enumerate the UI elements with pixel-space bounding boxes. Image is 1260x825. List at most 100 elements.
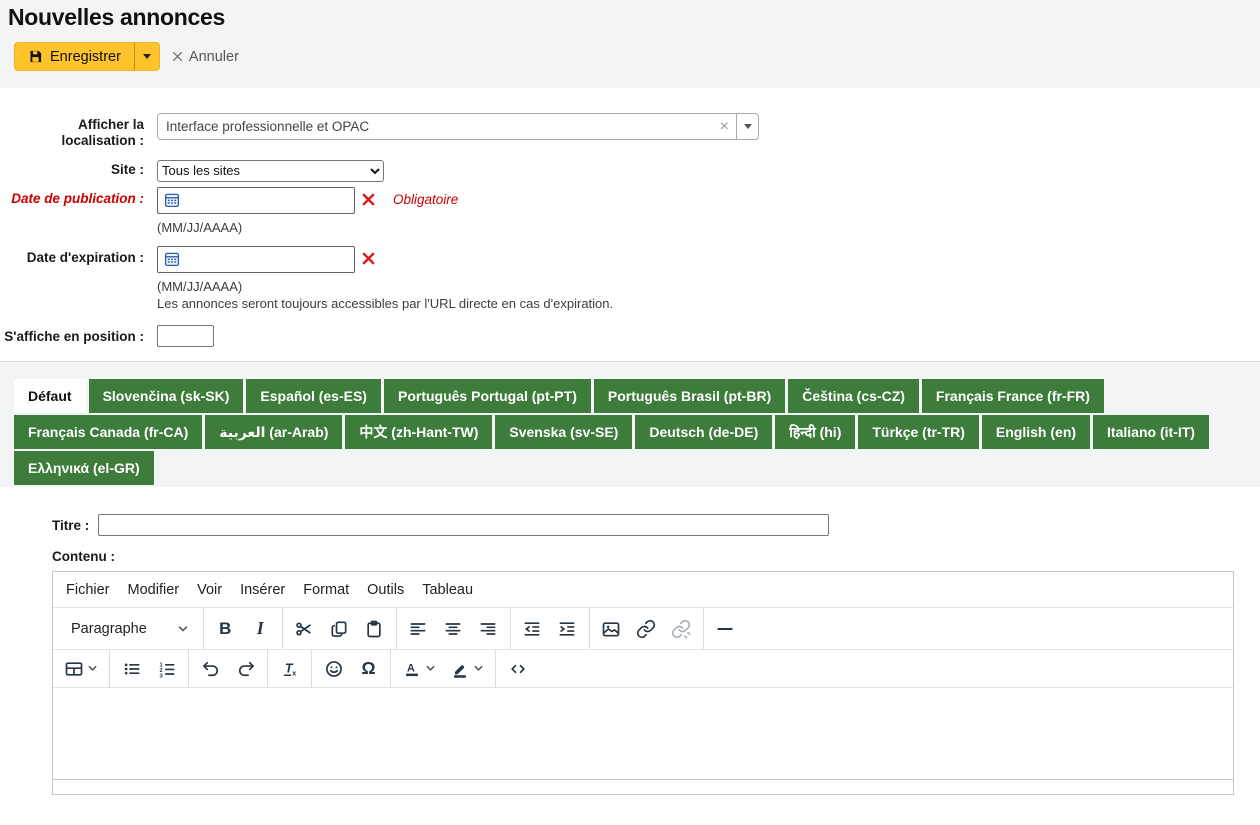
horizontal-rule-icon[interactable] xyxy=(709,612,742,645)
menu-outils[interactable]: Outils xyxy=(358,577,413,603)
italic-icon[interactable]: I xyxy=(244,612,277,645)
calendar-icon[interactable] xyxy=(163,191,181,209)
svg-text:x: x xyxy=(292,668,297,677)
align-right-icon[interactable] xyxy=(472,612,505,645)
publication-date-label: Date de publication : xyxy=(0,187,157,207)
tab-sk-SK[interactable]: Slovenčina (sk-SK) xyxy=(89,379,244,413)
editor-menubar: FichierModifierVoirInsérerFormatOutilsTa… xyxy=(53,572,1233,607)
content-section: Titre : Contenu : FichierModifierVoirIns… xyxy=(0,487,1260,795)
expiration-date-input[interactable] xyxy=(157,246,355,273)
emoticons-icon[interactable] xyxy=(317,652,350,685)
display-location-select[interactable]: Interface professionnelle et OPAC × xyxy=(157,113,759,140)
menu-fichier[interactable]: Fichier xyxy=(57,577,119,603)
clear-date-icon[interactable] xyxy=(362,246,375,265)
indent-icon[interactable] xyxy=(551,612,584,645)
editor-toolbar-row2: 123 Tx Ω xyxy=(53,649,1233,687)
clear-date-icon[interactable] xyxy=(362,187,375,206)
tab-el-GR[interactable]: Ελληνικά (el-GR) xyxy=(14,451,154,485)
numbered-list-icon[interactable]: 123 xyxy=(150,652,183,685)
tab-hi[interactable]: हिन्दी (hi) xyxy=(775,415,855,449)
menu-voir[interactable]: Voir xyxy=(188,577,231,603)
insert-image-icon[interactable] xyxy=(595,612,628,645)
chevron-down-icon xyxy=(473,663,484,674)
expiration-date-label: Date d'expiration : xyxy=(0,246,157,266)
save-button[interactable]: Enregistrer xyxy=(15,43,134,70)
cancel-link[interactable]: Annuler xyxy=(172,49,239,65)
menu-tableau[interactable]: Tableau xyxy=(413,577,482,603)
special-character-icon[interactable]: Ω xyxy=(352,652,385,685)
chevron-down-icon xyxy=(87,663,98,674)
paragraph-format-select[interactable]: Paragraphe xyxy=(58,612,198,645)
dropdown-arrow-box[interactable] xyxy=(736,114,758,139)
tab-defaut[interactable]: Défaut xyxy=(14,379,86,413)
tab-en[interactable]: English (en) xyxy=(982,415,1090,449)
insert-link-icon[interactable] xyxy=(630,612,663,645)
copy-icon[interactable] xyxy=(323,612,356,645)
tab-de-DE[interactable]: Deutsch (de-DE) xyxy=(635,415,772,449)
source-code-icon[interactable] xyxy=(501,652,534,685)
save-button-label: Enregistrer xyxy=(50,49,121,65)
tab-ar-Arab[interactable]: العربية (ar-Arab) xyxy=(205,415,342,449)
bold-icon[interactable]: B xyxy=(209,612,242,645)
menu-modifier[interactable]: Modifier xyxy=(119,577,189,603)
date-format-hint: (MM/JJ/AAAA) xyxy=(157,220,458,235)
calendar-icon[interactable] xyxy=(163,250,181,268)
menu-insérer[interactable]: Insérer xyxy=(231,577,294,603)
expiration-note: Les annonces seront toujours accessibles… xyxy=(157,296,613,311)
tab-tr-TR[interactable]: Türkçe (tr-TR) xyxy=(858,415,979,449)
position-input[interactable] xyxy=(157,325,214,347)
tab-pt-PT[interactable]: Português Portugal (pt-PT) xyxy=(384,379,591,413)
display-location-label: Afficher la localisation : xyxy=(0,113,157,149)
tab-it-IT[interactable]: Italiano (it-IT) xyxy=(1093,415,1209,449)
outdent-icon[interactable] xyxy=(516,612,549,645)
chevron-down-icon xyxy=(177,623,189,635)
highlight-color-icon[interactable] xyxy=(444,652,490,685)
paste-icon[interactable] xyxy=(358,612,391,645)
clear-selection-icon[interactable]: × xyxy=(713,119,736,135)
tab-sv-SE[interactable]: Svenska (sv-SE) xyxy=(495,415,632,449)
cut-icon[interactable] xyxy=(288,612,321,645)
position-label: S'affiche en position : xyxy=(0,325,157,345)
tab-cs-CZ[interactable]: Čeština (cs-CZ) xyxy=(788,379,919,413)
rich-text-editor: FichierModifierVoirInsérerFormatOutilsTa… xyxy=(52,571,1234,795)
tab-fr-CA[interactable]: Français Canada (fr-CA) xyxy=(14,415,202,449)
title-input[interactable] xyxy=(98,514,829,536)
table-icon[interactable] xyxy=(58,652,104,685)
save-icon xyxy=(28,49,43,64)
expiration-date-field: (MM/JJ/AAAA) Les annonces seront toujour… xyxy=(157,246,613,311)
save-split-button: Enregistrer xyxy=(14,42,160,71)
library-label: Site : xyxy=(0,160,157,178)
announcement-form: Afficher la localisation : Interface pro… xyxy=(0,88,1260,361)
chevron-down-icon xyxy=(143,54,151,59)
required-badge: Obligatoire xyxy=(393,187,458,207)
svg-text:A: A xyxy=(407,662,415,674)
bullet-list-icon[interactable] xyxy=(115,652,148,685)
publication-date-input[interactable] xyxy=(157,187,355,214)
align-left-icon[interactable] xyxy=(402,612,435,645)
undo-icon[interactable] xyxy=(194,652,227,685)
tab-fr-FR[interactable]: Français France (fr-FR) xyxy=(922,379,1104,413)
editor-statusbar xyxy=(53,779,1233,794)
tab-pt-BR[interactable]: Português Brasil (pt-BR) xyxy=(594,379,785,413)
library-select[interactable]: Tous les sites xyxy=(157,160,384,182)
page-header: Nouvelles annonces Enregistrer xyxy=(0,0,1260,88)
tab-es-ES[interactable]: Español (es-ES) xyxy=(246,379,381,413)
redo-icon[interactable] xyxy=(229,652,262,685)
tab-zh-Hant-TW[interactable]: 中文 (zh-Hant-TW) xyxy=(345,415,492,449)
date-format-hint: (MM/JJ/AAAA) xyxy=(157,279,613,294)
clear-formatting-icon[interactable]: Tx xyxy=(273,652,306,685)
paragraph-format-value: Paragraphe xyxy=(71,621,147,637)
body-label: Contenu : xyxy=(52,549,1234,564)
remove-link-icon[interactable] xyxy=(665,612,698,645)
action-toolbar: Enregistrer Annuler xyxy=(14,42,1260,71)
align-center-icon[interactable] xyxy=(437,612,470,645)
text-color-icon[interactable]: A xyxy=(396,652,442,685)
cancel-link-label: Annuler xyxy=(189,49,239,65)
editor-toolbar-row1: Paragraphe B I xyxy=(53,607,1233,649)
menu-format[interactable]: Format xyxy=(294,577,358,603)
editor-content-area[interactable] xyxy=(53,687,1233,779)
display-location-value: Interface professionnelle et OPAC xyxy=(158,119,713,134)
chevron-down-icon xyxy=(425,663,436,674)
save-dropdown-toggle[interactable] xyxy=(134,43,159,70)
page-title: Nouvelles annonces xyxy=(0,2,1260,31)
